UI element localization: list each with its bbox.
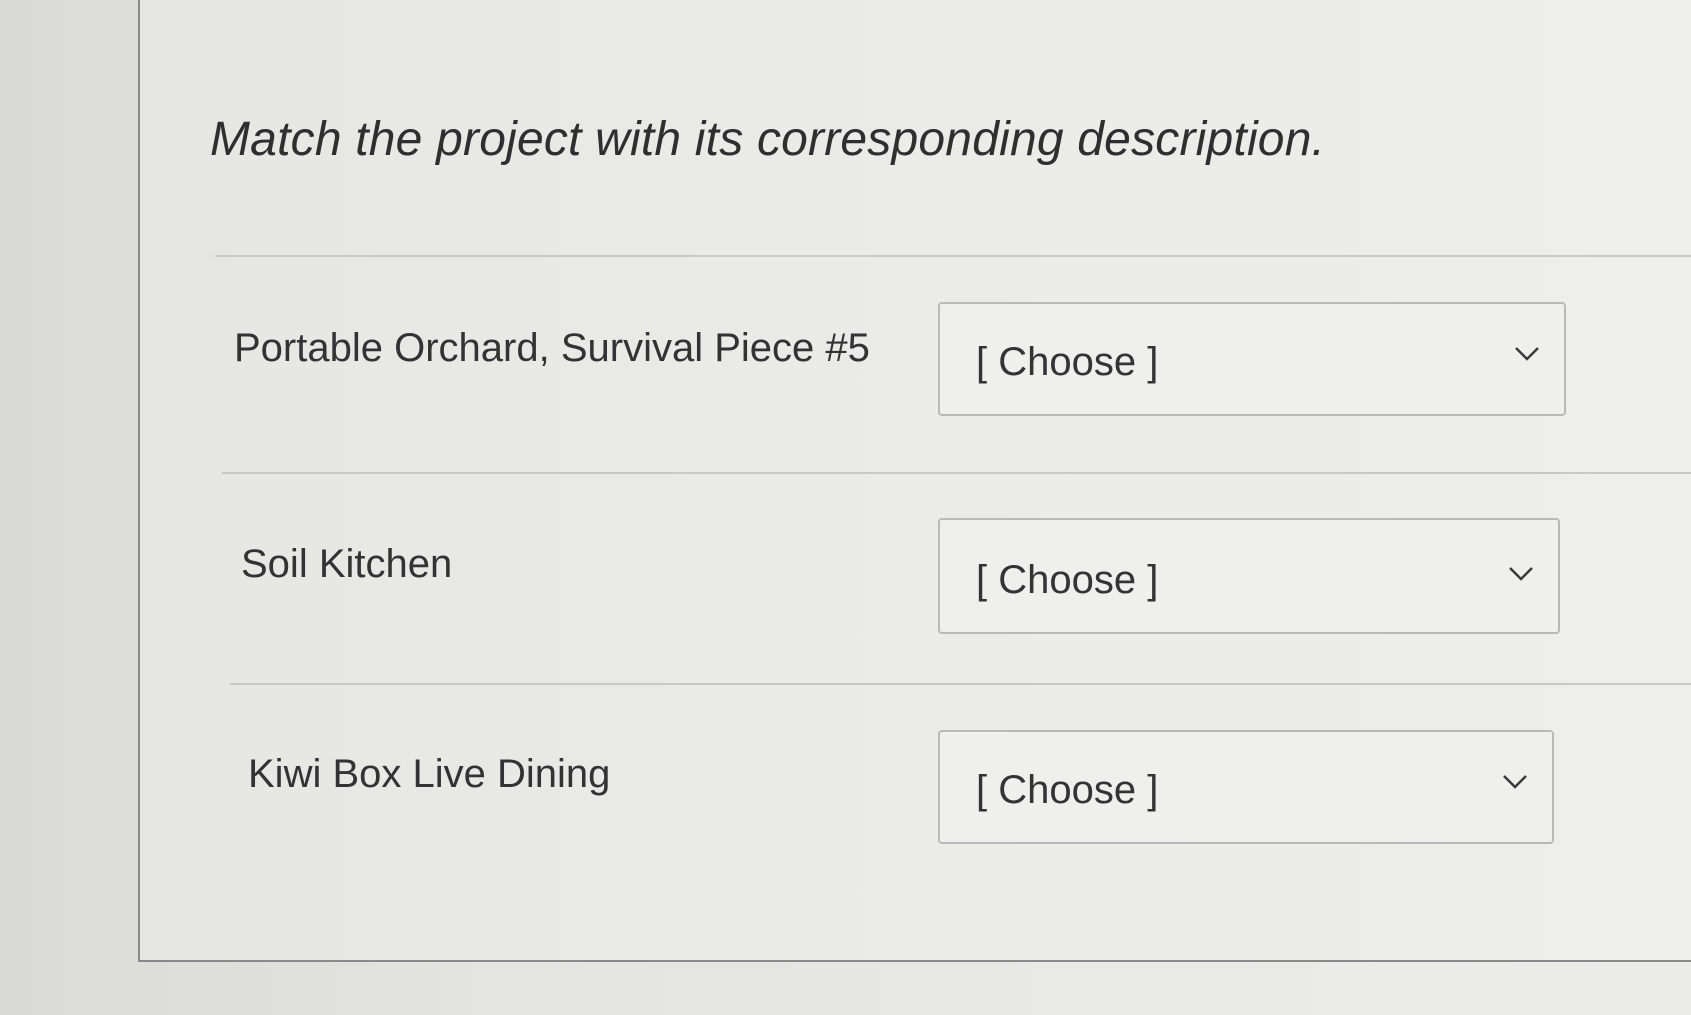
select-value: [ Choose ] bbox=[976, 768, 1159, 812]
divider bbox=[230, 683, 1691, 685]
divider bbox=[215, 255, 1691, 257]
answer-select-3[interactable]: [ Choose ] bbox=[938, 730, 1554, 844]
quiz-page: Match the project with its corresponding… bbox=[0, 0, 1691, 1015]
answer-select-2[interactable]: [ Choose ] bbox=[938, 518, 1560, 634]
match-label-1: Portable Orchard, Survival Piece #5 bbox=[234, 326, 870, 370]
question-prompt: Match the project with its corresponding… bbox=[210, 113, 1326, 166]
match-label-3: Kiwi Box Live Dining bbox=[248, 752, 611, 796]
chevron-down-icon bbox=[1503, 775, 1527, 789]
select-value: [ Choose ] bbox=[976, 558, 1159, 602]
chevron-down-icon bbox=[1515, 347, 1539, 361]
match-label-2: Soil Kitchen bbox=[241, 542, 453, 586]
divider bbox=[222, 472, 1691, 474]
answer-select-1[interactable]: [ Choose ] bbox=[938, 302, 1566, 416]
chevron-down-icon bbox=[1509, 567, 1533, 581]
select-value: [ Choose ] bbox=[976, 340, 1159, 384]
